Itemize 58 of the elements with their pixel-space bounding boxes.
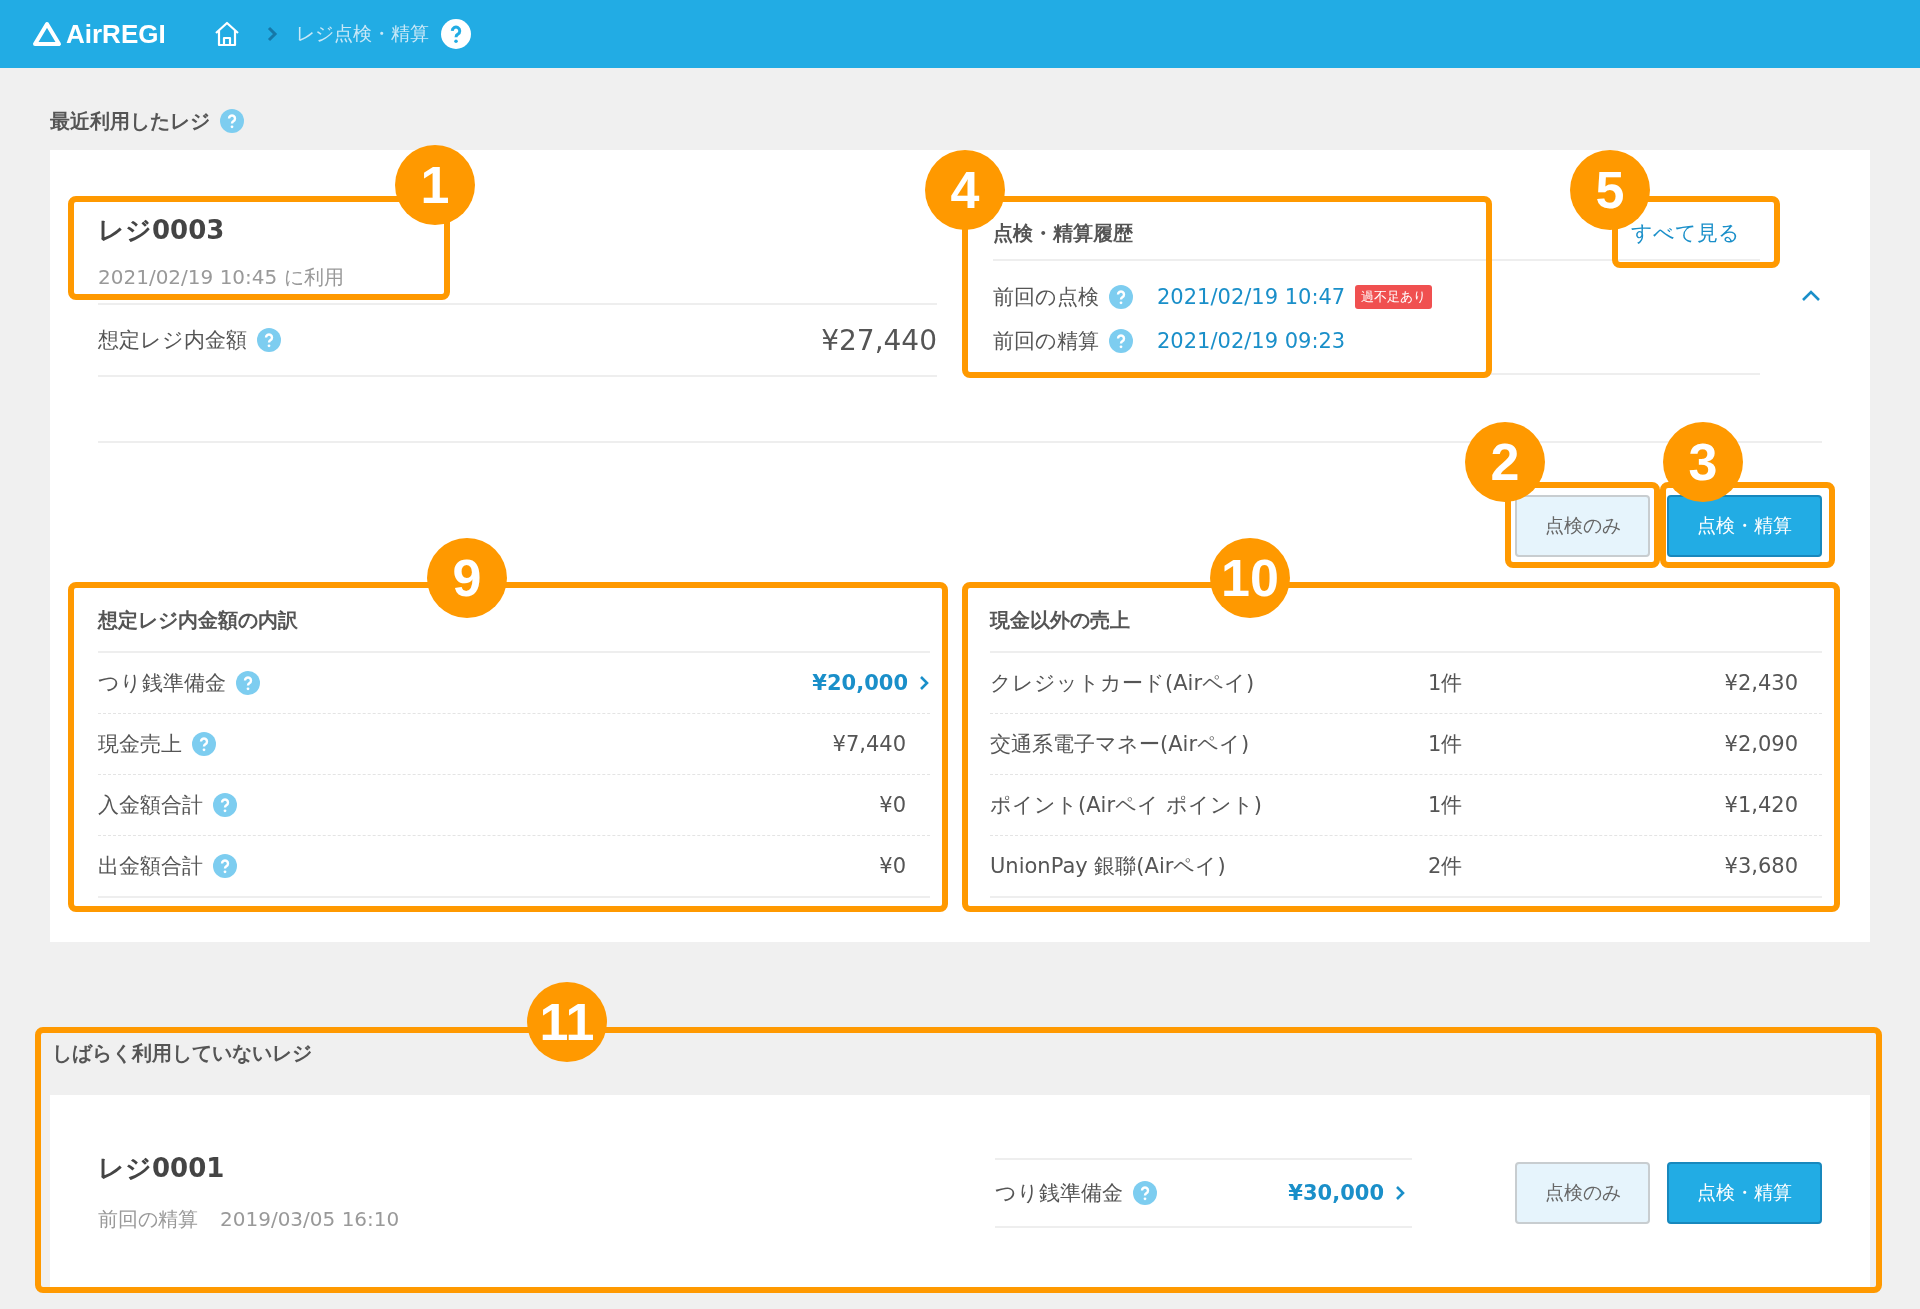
- register-name: レジ0003: [98, 214, 226, 247]
- help-icon[interactable]: [1133, 1180, 1157, 1205]
- help-icon[interactable]: [213, 854, 237, 878]
- expected-amount-label: 想定レジ内金額: [98, 327, 247, 354]
- payment-method: ポイント(Airペイ ポイント): [990, 792, 1263, 819]
- breakdown-label: 入金額合計: [98, 792, 203, 819]
- last-used-text: 2021/02/19 10:45 に利用: [98, 264, 345, 291]
- discrepancy-badge: 過不足あり: [1355, 285, 1433, 309]
- check-only-button[interactable]: 点検のみ: [1515, 495, 1650, 557]
- check-only-button[interactable]: 点検のみ: [1515, 1161, 1650, 1224]
- breakdown-label: つり銭準備金: [98, 670, 226, 697]
- triangle-logo-icon: [32, 21, 62, 47]
- breakdown-label: 出金額合計: [98, 853, 203, 880]
- breakdown-label: 現金売上: [98, 731, 182, 758]
- expected-amount-value: ¥27,440: [821, 323, 937, 357]
- help-icon[interactable]: [220, 109, 244, 133]
- chevron-up-icon[interactable]: [1800, 289, 1822, 303]
- section-title: しばらく利用していないレジ: [52, 1039, 312, 1067]
- transaction-count: 1件: [1428, 731, 1464, 758]
- history-label: 前回の精算: [993, 328, 1099, 355]
- breadcrumb-current: レジ点検・精算: [295, 21, 429, 46]
- payment-amount: ¥3,680: [1723, 854, 1799, 878]
- check-and-settle-button[interactable]: 点検・精算: [1667, 495, 1822, 557]
- history-date-link[interactable]: 2021/02/19 09:23: [1157, 329, 1346, 353]
- check-and-settle-button[interactable]: 点検・精算: [1667, 1161, 1822, 1224]
- breakdown-value: ¥0: [879, 793, 907, 817]
- breakdown-value-link[interactable]: ¥20,000: [812, 671, 930, 695]
- help-icon[interactable]: [213, 793, 237, 817]
- payment-method: UnionPay 銀聯(Airペイ): [990, 853, 1227, 880]
- chevron-right-icon: [265, 25, 278, 43]
- help-icon[interactable]: [257, 328, 281, 352]
- payment-method: クレジットカード(Airペイ): [990, 670, 1256, 697]
- callout-number: 11: [527, 982, 607, 1062]
- history-label: 前回の点検: [993, 284, 1099, 311]
- app-logo: AirREGI: [66, 18, 166, 50]
- help-icon[interactable]: [1109, 285, 1133, 309]
- last-settlement-date: 2019/03/05 16:10: [220, 1207, 400, 1231]
- payment-amount: ¥2,090: [1723, 732, 1799, 756]
- chevron-right-icon: [1394, 1183, 1406, 1202]
- float-label: つり銭準備金: [995, 1179, 1123, 1207]
- help-icon[interactable]: [440, 19, 471, 49]
- transaction-count: 1件: [1428, 792, 1464, 819]
- payment-amount: ¥2,430: [1723, 671, 1799, 695]
- breakdown-value: ¥0: [879, 854, 907, 878]
- float-value-link[interactable]: ¥30,000: [1288, 1180, 1412, 1205]
- help-icon[interactable]: [1109, 329, 1133, 353]
- history-date-link[interactable]: 2021/02/19 10:47: [1157, 285, 1346, 309]
- register-name: レジ0001: [98, 1152, 226, 1185]
- transaction-count: 2件: [1428, 853, 1464, 880]
- payment-method: 交通系電子マネー(Airペイ): [990, 731, 1251, 758]
- transaction-count: 1件: [1428, 670, 1464, 697]
- chevron-right-icon: [918, 674, 930, 692]
- help-icon[interactable]: [236, 671, 260, 695]
- section-title: 最近利用したレジ: [50, 107, 210, 135]
- payment-amount: ¥1,420: [1723, 793, 1799, 817]
- breakdown-value: ¥7,440: [832, 732, 907, 756]
- help-icon[interactable]: [192, 732, 216, 756]
- last-settlement-label: 前回の精算: [98, 1207, 198, 1231]
